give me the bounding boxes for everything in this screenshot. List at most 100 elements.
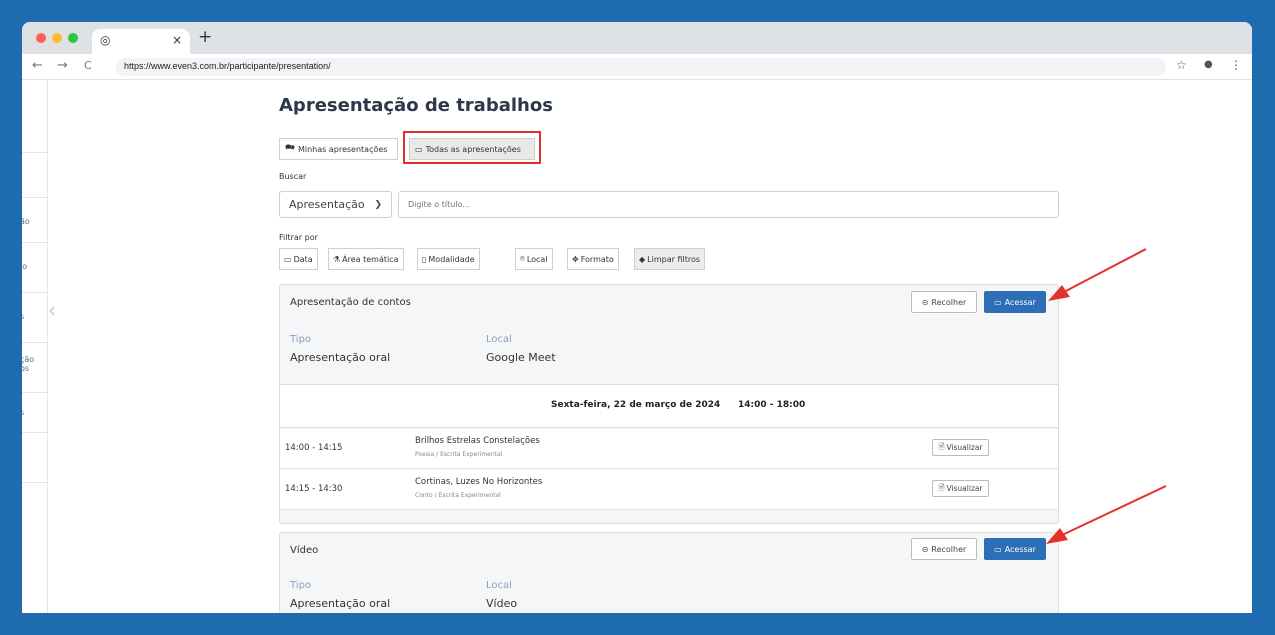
schedule-row: 14:15 - 14:30 Cortinas, Luzes No Horizon… bbox=[280, 470, 1058, 510]
filter-data-button[interactable]: ▭ Data bbox=[279, 248, 318, 270]
profile-icon[interactable]: ● bbox=[1204, 59, 1213, 70]
access-button[interactable]: ▭ Acessar bbox=[984, 291, 1046, 313]
row-time: 14:00 - 14:15 bbox=[285, 443, 343, 453]
eraser-icon: ◆ bbox=[639, 254, 646, 264]
view-button[interactable]: 🗎 Visualizar bbox=[932, 480, 989, 497]
tab-strip: ◎ × + bbox=[22, 22, 1252, 54]
button-label: Acessar bbox=[1004, 544, 1036, 554]
filter-formato-button[interactable]: ✥ Formato bbox=[567, 248, 619, 270]
session-card: Apresentação de contos ⊝ Recolher ▭ Aces… bbox=[279, 284, 1059, 524]
maximize-window-button[interactable] bbox=[68, 33, 78, 43]
divider bbox=[22, 392, 47, 393]
divider bbox=[22, 242, 47, 243]
page-title: Apresentação de trabalhos bbox=[279, 95, 553, 116]
tipo-label: Tipo bbox=[290, 334, 312, 345]
row-category: Poesia / Escrita Experimental bbox=[415, 451, 503, 458]
day-date: Sexta-feira, 22 de março de 2024 bbox=[551, 400, 721, 410]
bookmark-icon[interactable]: ☆ bbox=[1176, 58, 1187, 72]
tab-label: Minhas apresentações bbox=[297, 144, 388, 154]
filter-label: Modalidade bbox=[428, 254, 475, 264]
url-text: https://www.even3.com.br/participante/pr… bbox=[124, 61, 331, 71]
sidebar: ão io s ção os s bbox=[22, 80, 48, 613]
button-label: Visualizar bbox=[946, 443, 983, 452]
divider bbox=[22, 152, 47, 153]
file-icon: 🗎 bbox=[938, 442, 945, 451]
button-label: Recolher bbox=[931, 544, 967, 554]
browser-toolbar: ← → C https://www.even3.com.br/participa… bbox=[22, 54, 1252, 80]
access-button[interactable]: ▭ Acessar bbox=[984, 538, 1046, 560]
chrome-icon: ◎ bbox=[100, 33, 111, 47]
close-window-button[interactable] bbox=[36, 33, 46, 43]
tipo-value: Apresentação oral bbox=[290, 351, 391, 364]
divider bbox=[22, 342, 47, 343]
reload-icon[interactable]: C bbox=[84, 59, 92, 72]
search-label: Buscar bbox=[279, 172, 307, 181]
highlight-box bbox=[403, 131, 541, 164]
sidebar-item[interactable]: ão bbox=[22, 217, 30, 226]
sidebar-item[interactable]: ção os bbox=[22, 355, 34, 373]
window-controls bbox=[36, 33, 78, 43]
local-value: Vídeo bbox=[486, 597, 518, 610]
row-title: Cortinas, Luzes No Horizontes bbox=[415, 477, 543, 487]
tipo-label: Tipo bbox=[290, 580, 312, 591]
divider bbox=[22, 197, 47, 198]
annotation-arrow bbox=[1048, 248, 1147, 301]
filter-modalidade-button[interactable]: ▯ Modalidade bbox=[417, 248, 480, 270]
sidebar-item[interactable]: s bbox=[22, 408, 24, 417]
filter-label: Área temática bbox=[342, 254, 399, 264]
calendar-icon: ▭ bbox=[284, 254, 292, 264]
location-icon: ⌾ bbox=[520, 254, 525, 263]
local-value: Google Meet bbox=[486, 351, 556, 364]
document-icon: ▯ bbox=[422, 254, 427, 264]
divider bbox=[22, 482, 47, 483]
session-title: Vídeo bbox=[290, 545, 319, 556]
address-bar[interactable]: https://www.even3.com.br/participante/pr… bbox=[116, 58, 1166, 76]
clear-filters-button[interactable]: ◆ Limpar filtros bbox=[634, 248, 706, 270]
screen-icon: ▭ bbox=[994, 297, 1002, 307]
select-value: Apresentação bbox=[289, 198, 365, 211]
view-button[interactable]: 🗎 Visualizar bbox=[932, 439, 989, 456]
menu-icon[interactable]: ⋮ bbox=[1230, 58, 1242, 72]
schedule-row: 14:00 - 14:15 Brilhos Estrelas Constelaç… bbox=[280, 429, 1058, 469]
day-header: Sexta-feira, 22 de março de 2024 14:00 -… bbox=[280, 384, 1058, 428]
back-icon[interactable]: ← bbox=[32, 58, 43, 73]
session-title: Apresentação de contos bbox=[290, 297, 411, 308]
sidebar-item[interactable]: s bbox=[22, 312, 24, 321]
button-label: Visualizar bbox=[946, 484, 983, 493]
forward-icon[interactable]: → bbox=[57, 58, 68, 73]
search-type-select[interactable]: Apresentação ❯ bbox=[279, 191, 392, 218]
chat-icon: 🗪 bbox=[285, 143, 295, 152]
collapse-sidebar-icon[interactable]: ‹ bbox=[48, 298, 56, 322]
format-icon: ✥ bbox=[572, 254, 579, 264]
tipo-value: Apresentação oral bbox=[290, 597, 391, 610]
minimize-window-button[interactable] bbox=[52, 33, 62, 43]
close-tab-icon[interactable]: × bbox=[172, 33, 182, 47]
row-title: Brilhos Estrelas Constelações bbox=[415, 436, 540, 446]
sidebar-item[interactable]: io bbox=[22, 262, 27, 271]
button-label: Recolher bbox=[931, 297, 967, 307]
divider bbox=[22, 432, 47, 433]
collapse-button[interactable]: ⊝ Recolher bbox=[911, 538, 977, 560]
filter-label: Formato bbox=[580, 254, 614, 264]
filter-local-button[interactable]: ⌾ Local bbox=[515, 248, 553, 270]
search-input[interactable] bbox=[398, 191, 1059, 218]
chevron-down-icon: ❯ bbox=[374, 199, 382, 210]
file-icon: 🗎 bbox=[938, 483, 945, 492]
local-label: Local bbox=[486, 580, 512, 591]
row-time: 14:15 - 14:30 bbox=[285, 484, 343, 494]
minus-circle-icon: ⊝ bbox=[921, 297, 929, 307]
screen-icon: ▭ bbox=[994, 544, 1002, 554]
flask-icon: ⚗ bbox=[333, 254, 341, 264]
day-hours: 14:00 - 18:00 bbox=[738, 400, 806, 410]
filter-label: Filtrar por bbox=[279, 233, 318, 242]
filter-area-tematica-button[interactable]: ⚗ Área temática bbox=[328, 248, 404, 270]
filter-label: Local bbox=[526, 254, 548, 264]
tab-minhas-apresentacoes[interactable]: 🗪 Minhas apresentações bbox=[279, 138, 398, 160]
annotation-arrow bbox=[1046, 485, 1167, 544]
divider bbox=[22, 292, 47, 293]
new-tab-button[interactable]: + bbox=[198, 27, 212, 47]
collapse-button[interactable]: ⊝ Recolher bbox=[911, 291, 977, 313]
browser-tab[interactable]: ◎ × bbox=[92, 29, 190, 54]
minus-circle-icon: ⊝ bbox=[921, 544, 929, 554]
row-category: Conto / Escrita Experimental bbox=[415, 492, 501, 499]
